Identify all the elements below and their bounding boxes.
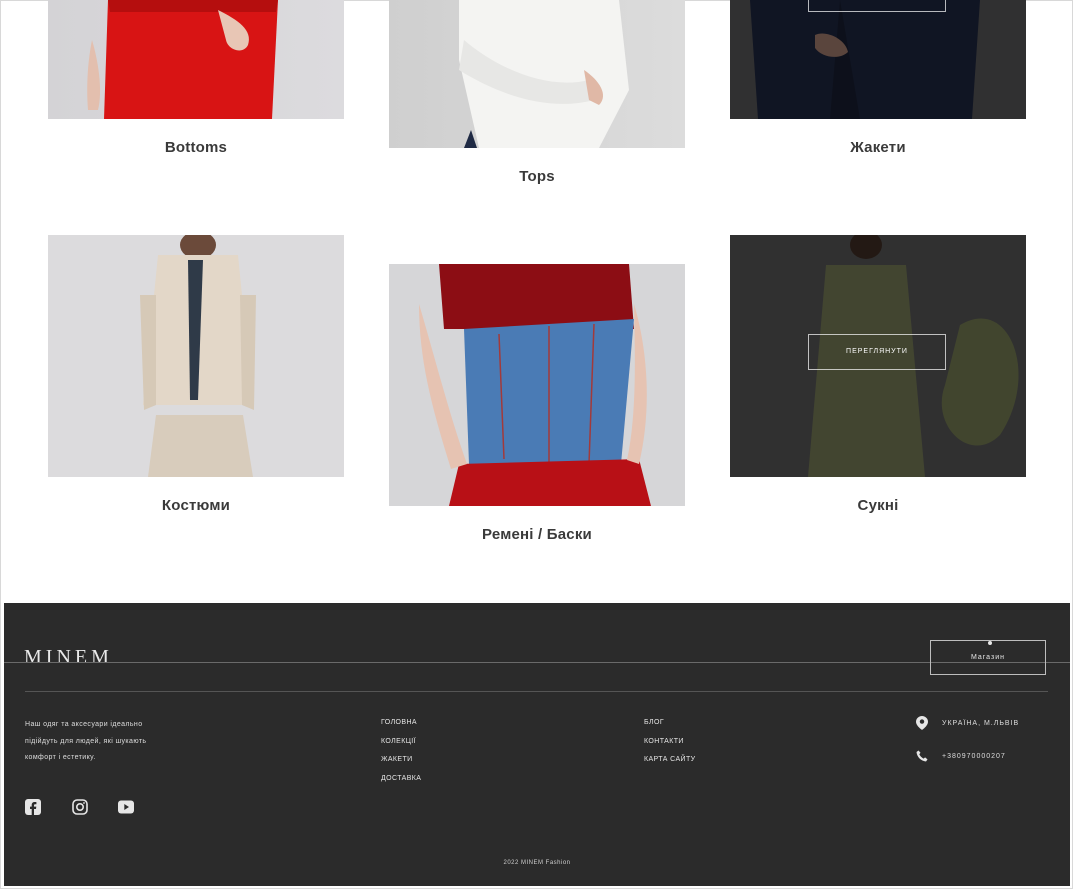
footer-links-main: Головна Колекції Жакети Доставка xyxy=(381,714,421,788)
facebook-icon[interactable] xyxy=(25,799,41,815)
denim-corset-image xyxy=(419,264,651,506)
category-photo[interactable] xyxy=(730,0,1026,119)
footer-phone[interactable]: +380970000207 xyxy=(916,750,1006,762)
category-label[interactable]: Костюми xyxy=(48,497,344,514)
location-pin-icon xyxy=(916,716,928,730)
site-footer: MINEM Магазин Наш одяг та аксесуари ідеа… xyxy=(4,603,1070,886)
category-photo[interactable] xyxy=(48,0,344,119)
footer-phone-text[interactable]: +380970000207 xyxy=(942,753,1006,760)
footer-link-jackets[interactable]: Жакети xyxy=(381,751,421,770)
footer-divider xyxy=(25,691,1048,692)
category-card-bottoms[interactable]: Bottoms xyxy=(48,0,344,170)
footer-logo[interactable]: MINEM xyxy=(24,646,113,669)
view-button-border[interactable] xyxy=(808,0,946,12)
category-card-tops[interactable]: Tops xyxy=(389,0,685,190)
category-photo[interactable] xyxy=(389,264,685,506)
navy-jacket-image xyxy=(730,0,1026,119)
category-card-dresses[interactable]: Переглянути Сукні xyxy=(730,235,1026,525)
footer-link-blog[interactable]: Блог xyxy=(644,714,695,733)
instagram-icon[interactable] xyxy=(72,799,88,815)
footer-link-contacts[interactable]: Контакти xyxy=(644,733,695,752)
category-label[interactable]: Bottoms xyxy=(48,139,344,156)
footer-link-collections[interactable]: Колекції xyxy=(381,733,421,752)
category-photo[interactable] xyxy=(389,0,685,148)
footer-location-text: Україна, м.Львів xyxy=(942,719,1020,727)
header-rule xyxy=(4,662,1070,663)
category-photo[interactable] xyxy=(48,235,344,477)
category-photo[interactable]: Переглянути xyxy=(730,235,1026,477)
shop-button[interactable]: Магазин xyxy=(930,640,1046,675)
category-card-belts[interactable]: Ремені / Баски xyxy=(389,264,685,554)
footer-about-text: Наш одяг та аксесуари ідеально підійдуть… xyxy=(25,721,147,761)
phone-icon xyxy=(916,750,928,762)
white-shirt-image xyxy=(459,0,629,148)
youtube-icon[interactable] xyxy=(118,799,134,815)
footer-copyright: 2022 MINEM Fashion xyxy=(503,860,571,866)
footer-location: Україна, м.Львів xyxy=(916,716,1019,730)
footer-link-sitemap[interactable]: Карта сайту xyxy=(644,751,695,770)
category-label[interactable]: Ремені / Баски xyxy=(389,526,685,543)
category-card-suits[interactable]: Костюми xyxy=(48,235,344,525)
category-card-jackets[interactable]: Жакети xyxy=(730,0,1026,170)
category-label[interactable]: Жакети xyxy=(730,139,1026,156)
red-skirt-image xyxy=(87,0,278,119)
footer-link-home[interactable]: Головна xyxy=(381,714,421,733)
view-button[interactable]: Переглянути xyxy=(808,334,946,370)
category-label[interactable]: Tops xyxy=(389,168,685,185)
footer-links-secondary: Блог Контакти Карта сайту xyxy=(644,714,695,770)
footer-link-delivery[interactable]: Доставка xyxy=(381,770,421,789)
category-label[interactable]: Сукні xyxy=(730,497,1026,514)
beige-suit-image xyxy=(140,235,256,477)
